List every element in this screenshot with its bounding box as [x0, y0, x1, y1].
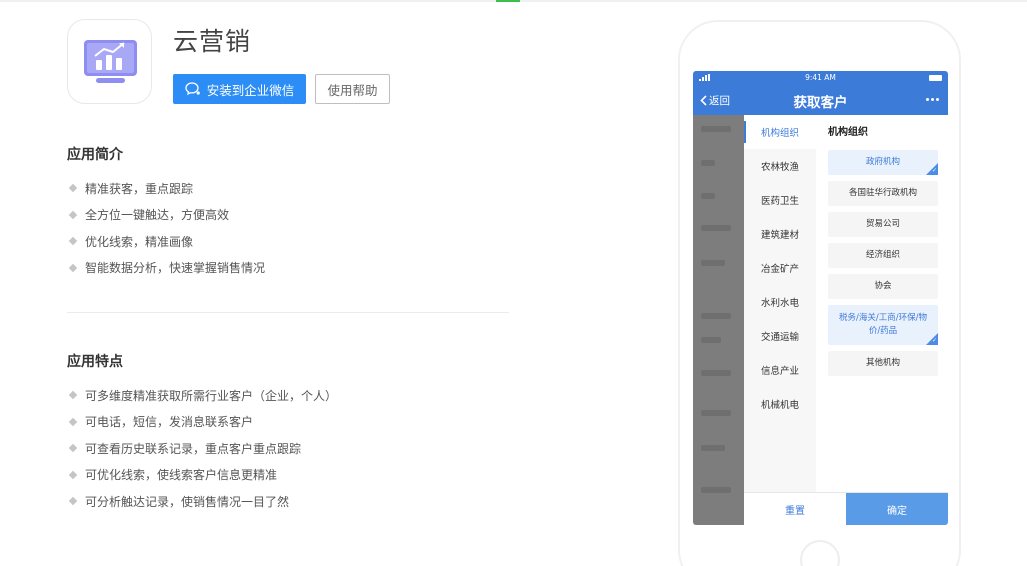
bullet-diamond-icon: [68, 237, 78, 246]
phone-nav-bar: 返回 获取客户: [693, 85, 948, 115]
confirm-button[interactable]: 确定: [846, 493, 948, 525]
category-item[interactable]: 建筑建材: [744, 217, 816, 251]
list-item-text: 可电话，短信，发消息联系客户: [85, 415, 254, 430]
subcategory-option-label: 贸易公司: [865, 219, 900, 229]
subcategory-panel: 机构组织 政府机构 ✓ 各国驻华行政机构 贸易公司 经济组织 协会 税务/海关/…: [816, 115, 948, 492]
bullet-diamond-icon: [68, 184, 78, 193]
bullet-diamond-icon: [68, 263, 78, 272]
ghost-bar: [701, 260, 725, 266]
list-item-text: 可优化线索，使线索客户信息更精准: [85, 468, 278, 483]
subcategory-option[interactable]: 经济组织: [828, 243, 938, 268]
app-title: 云营销: [173, 27, 252, 56]
subcategory-option-label: 税务/海关/工商/环保/物价/药品: [839, 313, 927, 336]
list-item-text: 可分析触达记录，使销售情况一目了然: [85, 494, 290, 509]
install-to-wecom-button[interactable]: 安装到企业微信: [173, 74, 306, 104]
list-item-text: 可查看历史联系记录，重点客户重点跟踪: [85, 441, 302, 456]
list-item: 可优化线索，使线索客户信息更精准: [67, 462, 337, 489]
features-section-title: 应用特点: [67, 354, 123, 370]
intro-section-title: 应用简介: [67, 147, 123, 163]
ghost-bar: [701, 225, 731, 231]
list-item: 可电话，短信，发消息联系客户: [67, 409, 337, 436]
ghost-bar: [701, 445, 725, 451]
subcategory-option-label: 经济组织: [865, 250, 900, 260]
category-item[interactable]: 机械机电: [744, 387, 816, 421]
subcategory-heading: 机构组织: [828, 127, 868, 138]
category-item[interactable]: 机构组织: [744, 115, 816, 149]
ghost-bar: [701, 370, 731, 376]
list-item: 可多维度精准获取所需行业客户（企业，个人）: [67, 382, 337, 409]
list-item-text: 优化线索，精准画像: [85, 234, 194, 249]
subcategory-option-label: 其他机构: [865, 358, 900, 368]
category-list: 机构组织 农林牧渔 医药卫生 建筑建材 冶金矿产 水利水电 交通运输 信息产业 …: [744, 115, 816, 492]
phone-screen: 9:41 AM 返回 获取客户 机构组织 农林牧渔 医药卫生 建筑建材 冶金矿产…: [693, 71, 948, 525]
subcategory-option-label: 各国驻华行政机构: [848, 188, 917, 198]
ghost-bar: [701, 160, 715, 166]
ghost-bar: [701, 487, 731, 493]
wecom-chat-icon: [185, 82, 200, 96]
category-item[interactable]: 信息产业: [744, 353, 816, 387]
features-list: 可多维度精准获取所需行业客户（企业，个人） 可电话，短信，发消息联系客户 可查看…: [67, 382, 337, 515]
category-item[interactable]: 冶金矿产: [744, 251, 816, 285]
ghost-bar: [701, 410, 731, 416]
category-item[interactable]: 交通运输: [744, 319, 816, 353]
list-item-text: 智能数据分析，快速掌握销售情况: [85, 261, 266, 276]
help-button[interactable]: 使用帮助: [315, 74, 390, 104]
ghost-bar: [701, 126, 731, 132]
subcategory-option[interactable]: 税务/海关/工商/环保/物价/药品 ✓: [828, 305, 938, 345]
dimmed-background: [693, 115, 744, 525]
subcategory-option[interactable]: 贸易公司: [828, 212, 938, 237]
bullet-diamond-icon: [68, 210, 78, 219]
list-item: 可分析触达记录，使销售情况一目了然: [67, 488, 337, 515]
list-item: 优化线索，精准画像: [67, 228, 265, 255]
subcategory-option-label: 协会: [874, 281, 892, 291]
subcategory-option[interactable]: 协会: [828, 274, 938, 299]
ghost-bar: [701, 313, 731, 319]
list-item: 精准获客，重点跟踪: [67, 175, 265, 202]
list-item-text: 精准获客，重点跟踪: [85, 181, 194, 196]
analytics-monitor-icon: [84, 40, 137, 83]
category-item[interactable]: 医药卫生: [744, 183, 816, 217]
ghost-bar: [701, 193, 715, 199]
list-item: 全方位一键触达，方便高效: [67, 202, 265, 229]
phone-footer-bar: 重置 确定: [744, 492, 948, 525]
list-item-text: 全方位一键触达，方便高效: [85, 208, 230, 223]
list-item-text: 可多维度精准获取所需行业客户（企业，个人）: [85, 388, 338, 403]
phone-status-bar: 9:41 AM: [693, 71, 948, 85]
list-item: 智能数据分析，快速掌握销售情况: [67, 255, 265, 282]
bullet-diamond-icon: [68, 497, 78, 506]
app-icon: [67, 19, 152, 104]
reset-button[interactable]: 重置: [744, 493, 846, 525]
check-icon: ✓: [931, 167, 937, 174]
bullet-diamond-icon: [68, 470, 78, 479]
subcategory-option[interactable]: 各国驻华行政机构: [828, 181, 938, 206]
category-item[interactable]: 农林牧渔: [744, 149, 816, 183]
section-divider: [67, 312, 509, 313]
bullet-diamond-icon: [68, 444, 78, 453]
phone-nav-title: 获取客户: [793, 95, 848, 111]
subcategory-option[interactable]: 政府机构 ✓: [828, 150, 938, 175]
check-icon: ✓: [931, 337, 937, 344]
subcategory-option-label: 政府机构: [865, 157, 900, 167]
status-time: 9:41 AM: [805, 73, 836, 82]
ghost-bar: [701, 337, 721, 343]
install-button-label: 安装到企业微信: [206, 82, 295, 98]
list-item: 可查看历史联系记录，重点客户重点跟踪: [67, 435, 337, 462]
top-accent-bar: [496, 0, 520, 2]
intro-list: 精准获客，重点跟踪 全方位一键触达，方便高效 优化线索，精准画像 智能数据分析，…: [67, 175, 265, 281]
more-icon[interactable]: [926, 98, 939, 101]
category-item[interactable]: 水利水电: [744, 285, 816, 319]
subcategory-option[interactable]: 其他机构: [828, 351, 938, 376]
bullet-diamond-icon: [68, 417, 78, 426]
bullet-diamond-icon: [68, 391, 78, 400]
battery-icon: [929, 75, 942, 81]
